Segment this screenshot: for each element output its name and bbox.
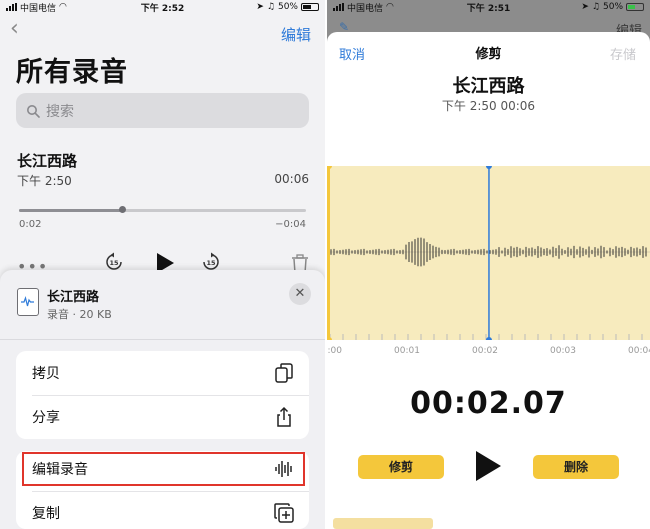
share-action[interactable]: 分享 [16, 395, 309, 439]
delete-button[interactable]: 删除 [533, 455, 619, 479]
sheet-file-name: 长江西路 [47, 290, 100, 305]
play-icon[interactable] [473, 450, 503, 482]
sheet-file-meta: 录音 · 20 KB [47, 308, 112, 321]
headphones-icon: ♫ [266, 2, 275, 12]
carrier-label: 中国电信 [347, 3, 384, 14]
recording-duration: 00:06 [274, 172, 309, 186]
copy-icon [275, 363, 293, 383]
timeline-ruler: 00:00 00:01 00:02 00:03 00:04 [327, 340, 650, 360]
trim-button[interactable]: 修剪 [358, 455, 444, 479]
recording-meta: 下午 2:50 00:06 [441, 99, 536, 113]
recording-title[interactable]: 长江西路 [17, 150, 77, 171]
duplicate-action[interactable]: 复制 [16, 491, 309, 529]
duplicate-icon [274, 503, 294, 523]
skip-back-seconds: 15 [109, 259, 119, 267]
duplicate-label: 复制 [32, 506, 60, 522]
headphones-icon: ♫ [591, 2, 600, 12]
battery-icon [626, 3, 645, 11]
tick-label: 00:01 [394, 346, 420, 356]
close-icon[interactable]: ✕ [289, 283, 311, 305]
battery-percent: 50% [603, 2, 624, 12]
page-title: 所有录音 [16, 57, 128, 88]
tick-label: 00:03 [550, 346, 576, 356]
clock: 下午 2:51 [466, 3, 511, 14]
wifi-icon: ◠ [59, 2, 67, 12]
edit-button[interactable]: 编辑 [281, 24, 311, 45]
highlight-box [22, 452, 305, 486]
search-field[interactable]: 搜索 [16, 93, 309, 128]
audio-file-icon [17, 288, 39, 316]
playback-scrubber[interactable] [19, 206, 306, 213]
remaining-time: −0:04 [275, 219, 306, 230]
skip-back-icon[interactable]: 15 [104, 252, 124, 272]
back-chevron-icon[interactable]: ‹ [10, 18, 19, 40]
recording-time: 下午 2:50 [17, 174, 72, 188]
signal-icon [333, 3, 344, 11]
search-placeholder: 搜索 [46, 103, 74, 120]
scrubber-progress [19, 209, 123, 212]
location-icon: ➤ [256, 2, 264, 12]
search-icon [27, 104, 40, 118]
battery-icon [300, 3, 319, 11]
wifi-icon: ◠ [386, 2, 394, 12]
voice-memos-list-screen: 中国电信 ◠ 下午 2:52 ➤ ♫ 50% ‹ 编辑 所有录音 搜索 长江西路… [0, 0, 325, 529]
elapsed-time: 0:02 [19, 219, 42, 230]
location-icon: ➤ [581, 2, 589, 12]
share-label: 分享 [32, 410, 60, 426]
overview-strip[interactable] [333, 518, 433, 529]
status-bar: 中国电信 ◠ 下午 2:52 ➤ ♫ 50% [0, 0, 325, 14]
status-bar: 中国电信 ◠ 下午 2:51 ➤ ♫ 50% [327, 0, 650, 14]
scrubber-knob[interactable] [119, 206, 127, 213]
current-time: 00:02.07 [410, 386, 567, 421]
skip-forward-icon[interactable]: 15 [201, 252, 221, 272]
editor-title: 修剪 [475, 47, 502, 62]
playback-controls: ••• 15 15 [0, 252, 325, 276]
tick-label: 00:00 [327, 346, 342, 356]
waveform [327, 166, 650, 340]
copy-action[interactable]: 拷贝 [16, 351, 309, 395]
clock: 下午 2:52 [140, 3, 185, 14]
tick-label: 00:04 [628, 346, 650, 356]
save-button[interactable]: 存储 [610, 44, 636, 63]
skip-forward-seconds: 15 [206, 259, 216, 267]
trim-handle-top [327, 166, 332, 169]
trim-editor-screen: 中国电信 ◠ 下午 2:51 ➤ ♫ 50% ✎ 编辑 取消 修剪 存储 长江西… [327, 0, 650, 529]
playhead-top-knob [485, 166, 492, 169]
signal-icon [6, 3, 17, 11]
copy-label: 拷贝 [32, 366, 60, 382]
carrier-label: 中国电信 [20, 3, 57, 14]
sheet-divider [0, 339, 325, 340]
tick-label: 00:02 [472, 346, 498, 356]
recording-title: 长江西路 [452, 76, 525, 97]
share-icon [277, 406, 291, 427]
battery-percent: 50% [277, 2, 298, 12]
